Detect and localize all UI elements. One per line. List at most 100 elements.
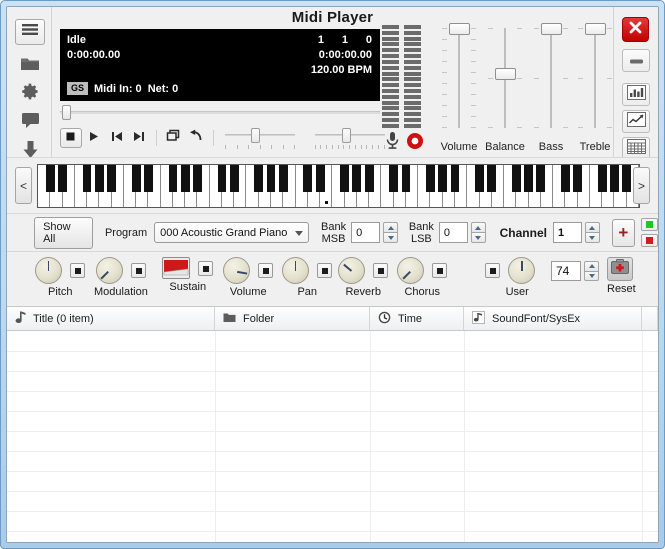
piano-black-key[interactable] bbox=[169, 165, 178, 192]
piano-black-key[interactable] bbox=[475, 165, 484, 192]
channel-stepper-up[interactable] bbox=[585, 222, 600, 232]
keyboard-scroll-right-button[interactable]: > bbox=[633, 167, 650, 204]
waveform-view-button[interactable] bbox=[622, 110, 650, 133]
treble-slider[interactable]: Treble bbox=[572, 23, 618, 133]
add-channel-button[interactable]: + bbox=[612, 219, 635, 247]
piano-black-key[interactable] bbox=[426, 165, 435, 192]
bank-msb-input[interactable]: 0 bbox=[351, 222, 380, 243]
user-knob[interactable] bbox=[508, 257, 535, 284]
piano-black-key[interactable] bbox=[46, 165, 55, 192]
volume-slider[interactable]: Volume bbox=[436, 23, 482, 133]
chorus-reset-button[interactable] bbox=[432, 263, 447, 278]
keyboard-scroll-left-button[interactable]: < bbox=[15, 167, 32, 204]
open-folder-button[interactable] bbox=[15, 53, 45, 79]
bank-msb-stepper[interactable] bbox=[383, 222, 398, 243]
modulation-reset-button[interactable] bbox=[131, 263, 146, 278]
piano-black-key[interactable] bbox=[95, 165, 104, 192]
piano-black-key[interactable] bbox=[230, 165, 239, 192]
pitch-knob[interactable] bbox=[35, 257, 62, 284]
play-button[interactable] bbox=[83, 128, 105, 148]
piano-black-key[interactable] bbox=[598, 165, 607, 192]
piano-black-key[interactable] bbox=[132, 165, 141, 192]
bank-msb-stepper-down[interactable] bbox=[383, 232, 398, 243]
previous-button[interactable] bbox=[106, 128, 128, 148]
position-slider[interactable] bbox=[60, 104, 380, 121]
pan-reset-button[interactable] bbox=[317, 263, 332, 278]
balance-slider-thumb[interactable] bbox=[495, 68, 516, 80]
column-extra[interactable] bbox=[642, 307, 658, 330]
piano-black-key[interactable] bbox=[389, 165, 398, 192]
user-value-stepper-down[interactable] bbox=[584, 271, 599, 282]
piano-black-key[interactable] bbox=[512, 165, 521, 192]
settings-button[interactable] bbox=[15, 81, 45, 107]
piano-black-key[interactable] bbox=[365, 165, 374, 192]
piano-black-key[interactable] bbox=[487, 165, 496, 192]
piano-black-key[interactable] bbox=[316, 165, 325, 192]
chorus-knob[interactable] bbox=[397, 257, 424, 284]
column-title[interactable]: Title (0 item) bbox=[7, 307, 215, 330]
modulation-knob[interactable] bbox=[96, 257, 123, 284]
piano-black-key[interactable] bbox=[352, 165, 361, 192]
piano-black-key[interactable] bbox=[561, 165, 570, 192]
tempo-slider[interactable] bbox=[221, 125, 298, 151]
piano-keyboard[interactable] bbox=[37, 164, 640, 208]
user-value-input[interactable]: 74 bbox=[551, 261, 581, 281]
bass-slider-thumb[interactable] bbox=[541, 23, 562, 35]
minimize-button[interactable] bbox=[622, 49, 650, 72]
piano-black-key[interactable] bbox=[536, 165, 545, 192]
user-value-stepper-up[interactable] bbox=[584, 261, 599, 271]
tempo-slider-thumb[interactable] bbox=[251, 128, 260, 143]
next-button[interactable] bbox=[129, 128, 151, 148]
piano-black-key[interactable] bbox=[267, 165, 276, 192]
loop-button[interactable] bbox=[162, 128, 184, 148]
show-all-button[interactable]: Show All bbox=[34, 217, 93, 249]
stop-button[interactable] bbox=[60, 128, 82, 148]
piano-black-key[interactable] bbox=[181, 165, 190, 192]
sustain-toggle-button[interactable] bbox=[198, 261, 213, 276]
bank-msb-stepper-up[interactable] bbox=[383, 222, 398, 232]
channel-stepper[interactable] bbox=[585, 222, 600, 243]
messages-button[interactable] bbox=[15, 110, 45, 136]
piano-black-key[interactable] bbox=[193, 165, 202, 192]
column-soundfont[interactable]: SoundFont/SysEx bbox=[464, 307, 642, 330]
transpose-slider-thumb[interactable] bbox=[342, 128, 351, 143]
sustain-pedal[interactable] bbox=[162, 257, 190, 279]
user-reset-button[interactable] bbox=[485, 263, 500, 278]
volume-slider-thumb[interactable] bbox=[449, 23, 470, 35]
led-red-button[interactable] bbox=[641, 234, 658, 247]
treble-slider-thumb[interactable] bbox=[585, 23, 606, 35]
pan-knob[interactable] bbox=[282, 257, 309, 284]
reverb-reset-button[interactable] bbox=[373, 263, 388, 278]
bank-lsb-stepper-up[interactable] bbox=[471, 222, 486, 232]
led-green-button[interactable] bbox=[641, 218, 658, 231]
piano-black-key[interactable] bbox=[144, 165, 153, 192]
piano-black-key[interactable] bbox=[254, 165, 263, 192]
playlist-body[interactable] bbox=[7, 331, 658, 542]
repeat-button[interactable] bbox=[185, 128, 207, 148]
user-value-stepper[interactable] bbox=[584, 261, 599, 281]
menu-button[interactable] bbox=[15, 19, 45, 45]
spectrum-view-button[interactable] bbox=[622, 83, 650, 106]
piano-black-key[interactable] bbox=[58, 165, 67, 192]
piano-black-key[interactable] bbox=[279, 165, 288, 192]
piano-black-key[interactable] bbox=[303, 165, 312, 192]
piano-black-key[interactable] bbox=[610, 165, 619, 192]
program-select[interactable]: 000 Acoustic Grand Piano bbox=[154, 222, 309, 243]
reverb-knob[interactable] bbox=[338, 257, 365, 284]
piano-black-key[interactable] bbox=[218, 165, 227, 192]
piano-black-key[interactable] bbox=[573, 165, 582, 192]
close-button[interactable] bbox=[622, 17, 649, 42]
piano-black-key[interactable] bbox=[622, 165, 631, 192]
piano-black-key[interactable] bbox=[402, 165, 411, 192]
pitch-reset-button[interactable] bbox=[70, 263, 85, 278]
transpose-slider[interactable] bbox=[311, 125, 388, 151]
volume-knob[interactable] bbox=[223, 257, 250, 284]
piano-black-key[interactable] bbox=[524, 165, 533, 192]
channel-input[interactable]: 1 bbox=[553, 222, 582, 243]
piano-black-key[interactable] bbox=[438, 165, 447, 192]
bank-lsb-stepper-down[interactable] bbox=[471, 232, 486, 243]
balance-slider[interactable]: Balance bbox=[482, 23, 528, 133]
piano-black-key[interactable] bbox=[451, 165, 460, 192]
column-time[interactable]: Time bbox=[370, 307, 464, 330]
column-folder[interactable]: Folder bbox=[215, 307, 370, 330]
